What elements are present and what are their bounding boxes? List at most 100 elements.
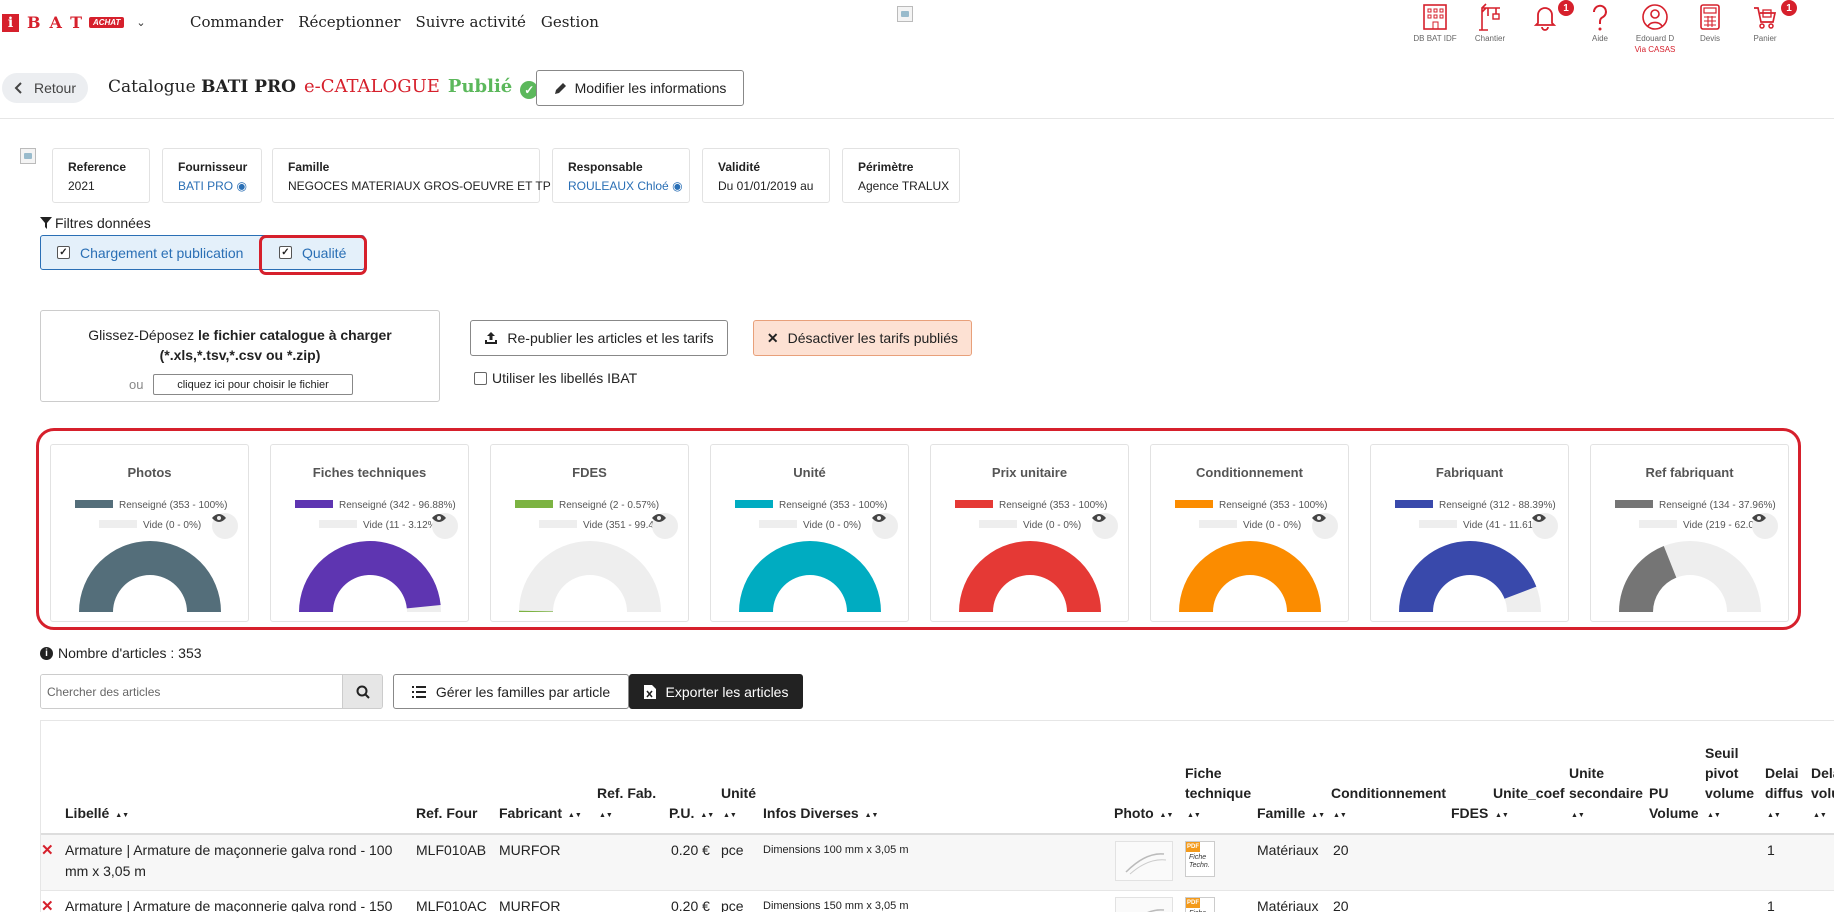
column-header[interactable]: Seuil pivot volume ▲▼ [1705,743,1759,826]
cell-pu: 0.20 € [671,842,710,858]
logo-badge: ACHAT [88,17,125,28]
column-header[interactable]: Unite secondaire ▲▼ [1569,763,1647,826]
column-header[interactable]: Delai volu ▲▼ [1811,763,1834,826]
tool-chantier[interactable]: Chantier [1460,2,1520,43]
edit-info-button[interactable]: Modifier les informations [536,70,744,106]
column-header[interactable]: Libellé ▲▼ [65,803,365,826]
eye-icon[interactable]: ◉ [236,179,246,193]
sort-icon[interactable]: ▲▼ [1311,806,1325,826]
card-value: 2021 [68,179,95,193]
tool-label: Panier [1753,34,1777,43]
pdf-icon[interactable]: PDFFiche Techn. [1185,897,1215,912]
fiche-label: Fiche Techn. [1189,854,1210,869]
sort-icon[interactable]: ▲▼ [1160,806,1174,826]
column-header[interactable]: Fabricant ▲▼ [499,803,589,826]
column-header-label: Fabricant [499,805,563,821]
upload-dropzone[interactable]: Glissez-Déposez le fichier catalogue à c… [40,310,440,402]
column-header[interactable]: P.U. ▲▼ [669,803,719,826]
column-header[interactable]: Ref. Fab. ▲▼ [597,783,667,826]
sort-icon[interactable]: ▲▼ [1813,806,1827,826]
use-ibat-labels[interactable]: Utiliser les libellés IBAT [474,370,637,386]
sort-icon[interactable]: ▲▼ [568,806,582,826]
sort-icon[interactable]: ▲▼ [1571,806,1585,826]
column-header-label: P.U. [669,805,695,821]
column-header[interactable]: Photo ▲▼ [1114,803,1174,826]
article-count: i Nombre d'articles : 353 [40,645,202,661]
filter-icon [40,217,52,229]
export-button[interactable]: Exporter les articles [629,674,803,709]
column-header-label: Delai diffus [1765,765,1804,801]
list-icon [411,685,426,698]
chevron-down-icon[interactable]: ⌄ [136,16,145,29]
menu-item-suivre-activite[interactable]: Suivre activité [416,13,526,31]
search-input[interactable] [41,675,342,708]
menu-item-commander[interactable]: Commander [190,13,283,31]
calculator-icon [1700,4,1720,30]
table-row[interactable]: ✕ Armature | Armature de maçonnerie galva… [41,835,1834,891]
sort-icon[interactable]: ▲▼ [1187,806,1201,826]
manager-link[interactable]: ROULEAUX Chloé ◉ [568,179,689,193]
top-navbar: i BAT ACHAT ⌄ Commander Réceptionner Sui… [0,0,1834,54]
column-header-label: Conditionnement [1331,785,1447,801]
column-header-label: Delai volu [1811,765,1834,801]
search-button[interactable] [342,675,382,708]
menu-item-receptionner[interactable]: Réceptionner [298,13,400,31]
sort-icon[interactable]: ▲▼ [723,806,737,826]
column-header-label: Unité [721,785,756,801]
sort-icon[interactable]: ▲▼ [599,806,613,826]
upload-icon [485,332,498,344]
column-header[interactable]: Fiche technique ▲▼ [1185,763,1255,826]
tool-user[interactable]: Edouard D Via CASAS [1625,2,1685,54]
sort-icon[interactable]: ▲▼ [115,806,129,826]
sort-icon[interactable]: ▲▼ [1707,806,1721,826]
page-title: Catalogue BATI PRO e-CATALOGUE Publié ✓ [108,76,539,99]
column-header-label: Ref. Fab. [597,785,657,801]
cell-libelle: Armature | Armature de maçonnerie galva … [65,898,393,912]
pdf-icon[interactable]: PDFFiche Techn. [1185,841,1215,877]
tool-label: Edouard D [1635,34,1675,43]
sort-icon[interactable]: ▲▼ [1495,806,1509,826]
user-icon [1642,4,1668,30]
column-header-label: Seuil pivot volume [1705,745,1755,801]
upload-text: Glissez-Déposez le fichier catalogue à c… [88,327,392,343]
tool-aide[interactable]: Aide [1570,2,1630,43]
column-header-label: Famille [1257,805,1306,821]
checkbox-icon[interactable] [474,371,487,385]
column-header[interactable]: Conditionnement ▲▼ [1331,783,1451,826]
table-row[interactable]: ✕ Armature | Armature de maçonnerie galva… [41,891,1834,912]
edit-info-label: Modifier les informations [574,80,727,96]
eye-icon[interactable]: ◉ [672,179,682,193]
column-header[interactable]: Unite_coef ▲▼ [1493,783,1568,826]
choose-file-button[interactable]: cliquez ici pour choisir le fichier [153,374,353,395]
checkbox-icon[interactable]: ✓ [57,246,70,259]
sort-icon[interactable]: ▲▼ [1333,806,1347,826]
column-header-label: Unite secondaire [1569,765,1643,801]
column-header[interactable]: Infos Diverses ▲▼ [763,803,983,826]
article-search [40,674,383,709]
card-value: Du 01/01/2019 au [718,179,814,193]
tool-db-bat[interactable]: DB BAT IDF [1405,2,1465,43]
column-header[interactable]: Delai diffus ▲▼ [1765,763,1811,826]
tool-label: Chantier [1474,34,1506,43]
filter-chargement-publication[interactable]: ✓ Chargement et publication [57,236,243,269]
info-card-perimetre: Périmètre Agence TRALUX [842,148,960,203]
cell-conditionnement: 20 [1333,842,1349,858]
tool-devis[interactable]: Devis [1680,2,1740,43]
product-photo[interactable] [1115,897,1173,912]
sort-icon[interactable]: ▲▼ [700,806,714,826]
product-photo[interactable] [1115,841,1173,881]
manage-families-button[interactable]: Gérer les familles par article [393,674,629,709]
delete-icon[interactable]: ✕ [41,897,54,912]
column-header[interactable]: Unité ▲▼ [721,783,761,826]
menu-item-gestion[interactable]: Gestion [541,13,599,31]
sort-icon[interactable]: ▲▼ [1767,806,1781,826]
column-header-label: Unite_coef [1493,785,1565,801]
supplier-link[interactable]: BATI PRO ◉ [178,179,261,193]
ibat-logo[interactable]: i BAT ACHAT ⌄ [2,13,146,32]
sort-icon[interactable]: ▲▼ [865,806,879,826]
delete-icon[interactable]: ✕ [41,841,54,859]
column-header[interactable]: Famille ▲▼ [1257,803,1337,826]
deactivate-prices-button[interactable]: ✕ Désactiver les tarifs publiés [753,320,972,356]
back-button[interactable]: Retour [2,73,88,103]
republish-button[interactable]: Re-publier les articles et les tarifs [470,320,728,356]
